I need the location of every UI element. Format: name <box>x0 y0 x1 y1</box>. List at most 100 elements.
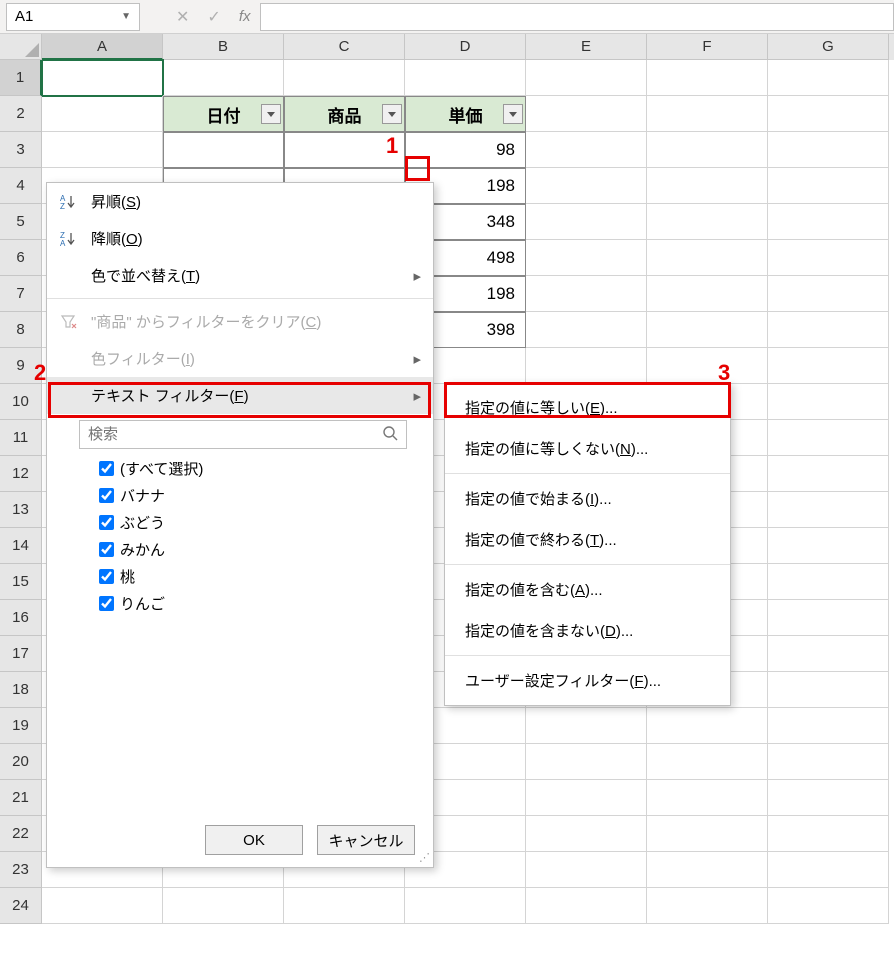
cell[interactable] <box>768 204 889 240</box>
cell[interactable] <box>284 888 405 924</box>
text-filter[interactable]: テキスト フィルター(F) ▸ <box>47 377 433 414</box>
filter-not-contains[interactable]: 指定の値を含まない(D)... <box>445 610 730 651</box>
dropdown-icon[interactable]: ▼ <box>121 11 131 22</box>
cell[interactable] <box>768 816 889 852</box>
cell[interactable] <box>768 636 889 672</box>
cell[interactable] <box>526 312 647 348</box>
cell[interactable] <box>768 492 889 528</box>
col-header-f[interactable]: F <box>647 34 768 60</box>
cell[interactable] <box>647 312 768 348</box>
cell[interactable] <box>526 168 647 204</box>
cell[interactable] <box>526 888 647 924</box>
filter-item[interactable]: みかん <box>99 536 407 563</box>
cell[interactable] <box>768 564 889 600</box>
cell[interactable] <box>647 780 768 816</box>
row-header[interactable]: 3 <box>0 132 42 168</box>
cell[interactable] <box>526 96 647 132</box>
cell[interactable]: 98 <box>405 132 526 168</box>
row-header[interactable]: 24 <box>0 888 42 924</box>
cell[interactable] <box>647 60 768 96</box>
row-header[interactable]: 2 <box>0 96 42 132</box>
col-header-g[interactable]: G <box>768 34 889 60</box>
sort-ascending[interactable]: AZ 昇順(S) <box>47 183 433 220</box>
cell[interactable] <box>768 96 889 132</box>
cell[interactable] <box>526 708 647 744</box>
cell[interactable] <box>647 888 768 924</box>
cell[interactable] <box>405 888 526 924</box>
filter-dropdown-icon[interactable] <box>382 104 402 124</box>
search-box[interactable] <box>79 420 407 449</box>
cell[interactable] <box>526 816 647 852</box>
row-header[interactable]: 7 <box>0 276 42 312</box>
cell[interactable] <box>526 60 647 96</box>
cell[interactable] <box>647 708 768 744</box>
col-header-b[interactable]: B <box>163 34 284 60</box>
row-header[interactable]: 15 <box>0 564 42 600</box>
col-header-d[interactable]: D <box>405 34 526 60</box>
filter-item[interactable]: りんご <box>99 590 407 617</box>
select-all-corner[interactable] <box>0 34 42 60</box>
filter-item[interactable]: 桃 <box>99 563 407 590</box>
cell[interactable] <box>768 672 889 708</box>
row-header[interactable]: 13 <box>0 492 42 528</box>
col-header-e[interactable]: E <box>526 34 647 60</box>
cell[interactable] <box>647 168 768 204</box>
filter-item[interactable]: (すべて選択) <box>99 455 407 482</box>
cell[interactable] <box>768 60 889 96</box>
cell[interactable] <box>405 60 526 96</box>
row-header[interactable]: 16 <box>0 600 42 636</box>
cell[interactable] <box>526 240 647 276</box>
resize-grip-icon[interactable]: ⋰ <box>419 851 430 864</box>
cell[interactable] <box>647 96 768 132</box>
cell[interactable] <box>768 708 889 744</box>
name-box[interactable]: A1 ▼ <box>6 3 140 31</box>
cell[interactable] <box>768 240 889 276</box>
cell[interactable] <box>526 780 647 816</box>
row-header[interactable]: 5 <box>0 204 42 240</box>
formula-input[interactable] <box>260 3 894 31</box>
cell[interactable] <box>768 888 889 924</box>
cell[interactable] <box>647 852 768 888</box>
filter-checkbox[interactable] <box>99 461 114 476</box>
cell[interactable] <box>526 744 647 780</box>
filter-checkbox[interactable] <box>99 569 114 584</box>
filter-checkbox[interactable] <box>99 488 114 503</box>
cell[interactable] <box>42 60 163 96</box>
row-header[interactable]: 12 <box>0 456 42 492</box>
filter-item[interactable]: ぶどう <box>99 509 407 536</box>
fx-icon[interactable]: fx <box>239 8 251 25</box>
cell[interactable] <box>42 96 163 132</box>
cell[interactable] <box>647 132 768 168</box>
filter-item[interactable]: バナナ <box>99 482 407 509</box>
search-input[interactable] <box>88 426 382 443</box>
filter-equals[interactable]: 指定の値に等しい(E)... <box>445 387 730 428</box>
row-header[interactable]: 22 <box>0 816 42 852</box>
cell[interactable] <box>42 888 163 924</box>
filter-dropdown-icon[interactable] <box>503 104 523 124</box>
cell[interactable]: 商品 <box>284 96 405 132</box>
filter-dropdown-icon[interactable] <box>261 104 281 124</box>
sort-by-color[interactable]: 色で並べ替え(T) ▸ <box>47 257 433 294</box>
cell[interactable] <box>526 348 647 384</box>
ok-button[interactable]: OK <box>205 825 303 855</box>
cell[interactable] <box>42 132 163 168</box>
filter-ends-with[interactable]: 指定の値で終わる(T)... <box>445 519 730 560</box>
cell[interactable] <box>526 204 647 240</box>
cell[interactable] <box>163 132 284 168</box>
cell[interactable] <box>526 852 647 888</box>
cell[interactable] <box>768 348 889 384</box>
cell[interactable] <box>647 816 768 852</box>
row-header[interactable]: 23 <box>0 852 42 888</box>
col-header-c[interactable]: C <box>284 34 405 60</box>
row-header[interactable]: 1 <box>0 60 42 96</box>
filter-contains[interactable]: 指定の値を含む(A)... <box>445 569 730 610</box>
row-header[interactable]: 8 <box>0 312 42 348</box>
cell[interactable] <box>526 276 647 312</box>
filter-checkbox[interactable] <box>99 542 114 557</box>
cell[interactable] <box>647 744 768 780</box>
cancel-button[interactable]: キャンセル <box>317 825 415 855</box>
cell[interactable] <box>768 852 889 888</box>
row-header[interactable]: 17 <box>0 636 42 672</box>
cell[interactable] <box>768 312 889 348</box>
cell[interactable] <box>768 600 889 636</box>
